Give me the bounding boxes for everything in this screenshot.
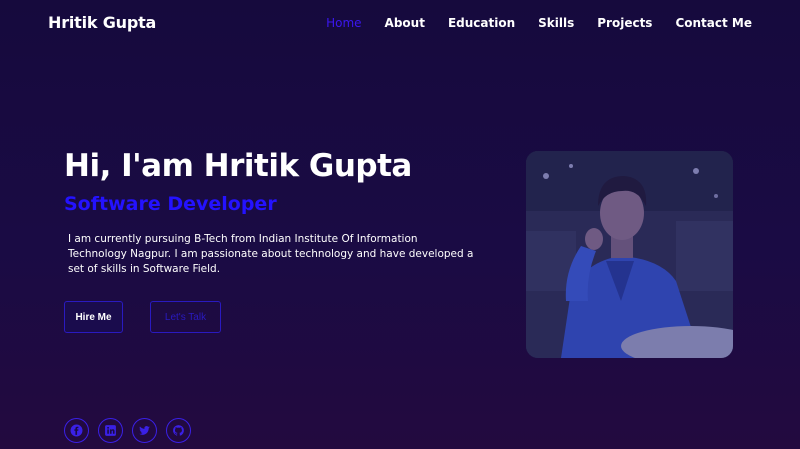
- nav-menu: Home About Education Skills Projects Con…: [326, 16, 752, 30]
- hero-description: I am currently pursuing B-Tech from Indi…: [68, 233, 474, 275]
- nav-item-home[interactable]: Home: [326, 16, 361, 30]
- nav-item-skills[interactable]: Skills: [538, 16, 574, 30]
- nav-item-education[interactable]: Education: [448, 16, 515, 30]
- navbar: Hritik Gupta Home About Education Skills…: [0, 0, 800, 48]
- profile-photo: [526, 151, 733, 358]
- github-icon[interactable]: [166, 418, 191, 443]
- social-links: [64, 418, 191, 443]
- nav-item-projects[interactable]: Projects: [597, 16, 652, 30]
- facebook-icon[interactable]: [64, 418, 89, 443]
- profile-photo-illustration: [526, 151, 733, 358]
- hero-subtitle: Software Developer: [64, 193, 277, 215]
- hire-me-button[interactable]: Hire Me: [64, 301, 123, 333]
- twitter-icon[interactable]: [132, 418, 157, 443]
- nav-item-contact[interactable]: Contact Me: [675, 16, 752, 30]
- hero-title: Hi, I'am Hritik Gupta: [64, 148, 412, 184]
- lets-talk-button[interactable]: Let's Talk: [150, 301, 221, 333]
- linkedin-icon[interactable]: [98, 418, 123, 443]
- brand-logo[interactable]: Hritik Gupta: [48, 13, 156, 32]
- nav-item-about[interactable]: About: [385, 16, 425, 30]
